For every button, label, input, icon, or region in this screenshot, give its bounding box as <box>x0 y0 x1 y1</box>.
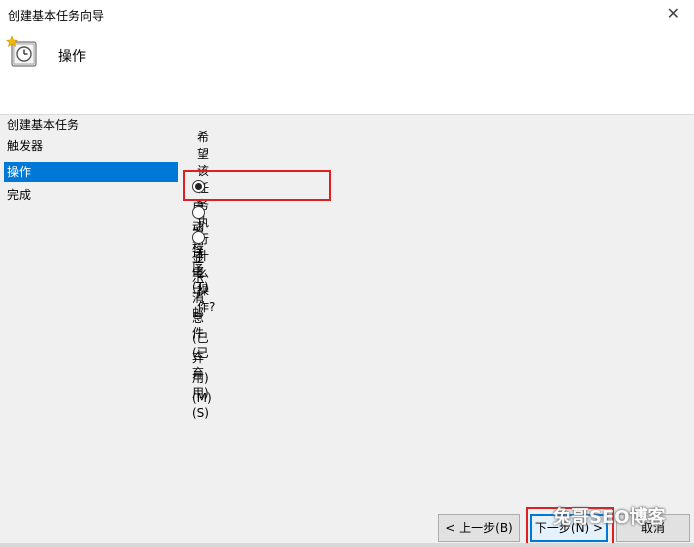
option-send-email[interactable]: 发送电子邮件(已弃用)(S) <box>192 203 211 420</box>
option-display-message[interactable]: 显示消息(已弃用)(M) <box>192 228 212 405</box>
radio-send-email[interactable] <box>192 206 205 219</box>
option-start-program[interactable]: 启动程序(T) <box>192 177 211 294</box>
close-icon[interactable]: ✕ <box>667 4 680 23</box>
title-bar: 创建基本任务向导 ✕ <box>0 0 694 30</box>
wizard-header: 操作 <box>0 30 694 115</box>
window-title: 创建基本任务向导 <box>8 9 105 23</box>
next-button[interactable]: 下一步(N) > <box>530 514 608 542</box>
page-title: 操作 <box>58 49 86 65</box>
wizard-steps-sidebar: 创建基本任务 触发器 操作 完成 <box>0 115 180 545</box>
sidebar-item-finish[interactable]: 完成 <box>4 185 178 205</box>
sidebar-item-create-basic-task[interactable]: 创建基本任务 <box>4 115 178 135</box>
bottom-scroll-edge <box>0 543 694 547</box>
scheduled-task-icon <box>6 35 37 67</box>
back-button[interactable]: < 上一步(B) <box>438 514 520 542</box>
sidebar-item-action[interactable]: 操作 <box>4 162 178 182</box>
sidebar-item-trigger[interactable]: 触发器 <box>4 136 178 156</box>
radio-start-program[interactable] <box>192 180 205 193</box>
radio-display-message[interactable] <box>192 231 205 244</box>
cancel-button[interactable]: 取消 <box>616 514 690 542</box>
